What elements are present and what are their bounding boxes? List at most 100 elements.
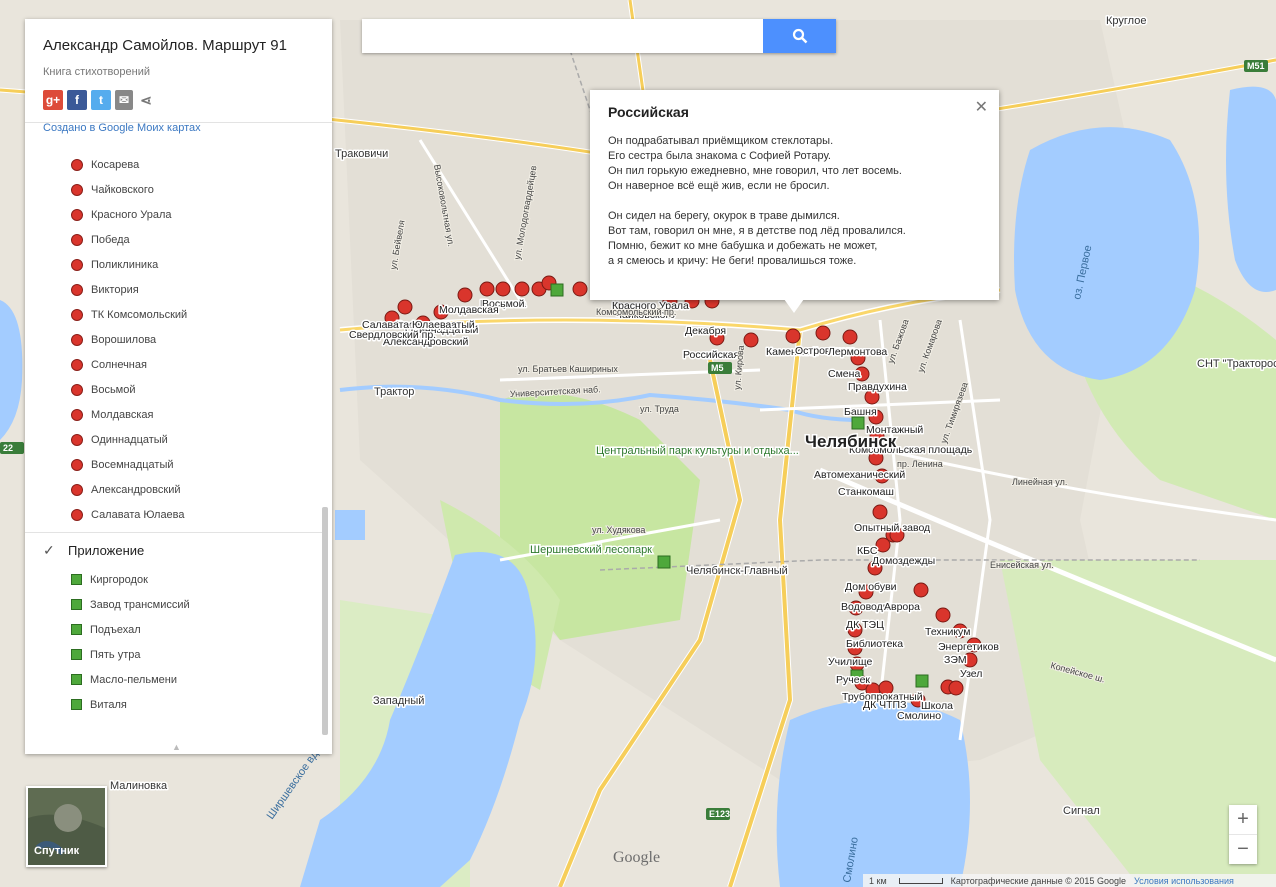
appendix-marker[interactable] bbox=[851, 416, 865, 430]
stop-marker[interactable] bbox=[935, 607, 951, 623]
zoom-out-button[interactable]: − bbox=[1229, 835, 1257, 864]
street-label: Комсомольский пр. bbox=[596, 307, 676, 317]
place-label: СНТ "Тракторос bbox=[1197, 358, 1276, 370]
facebook-icon[interactable]: f bbox=[67, 90, 87, 110]
stop-item[interactable]: Виктория bbox=[25, 277, 322, 302]
green-marker-icon bbox=[71, 574, 82, 585]
stop-map-label: Училище bbox=[828, 656, 873, 668]
info-title: Российская bbox=[608, 104, 689, 120]
stop-marker[interactable] bbox=[842, 329, 858, 345]
stop-marker[interactable] bbox=[815, 325, 831, 341]
stop-item[interactable]: Ворошилова bbox=[25, 327, 322, 352]
red-marker-icon bbox=[71, 283, 83, 296]
stop-marker[interactable] bbox=[743, 332, 759, 348]
stop-item[interactable]: Молдавская bbox=[25, 402, 322, 427]
collapse-icon[interactable]: ▲ bbox=[172, 742, 181, 752]
stop-map-label: Смолино bbox=[897, 710, 941, 722]
search-input[interactable] bbox=[362, 19, 757, 53]
terms-link[interactable]: Условия использования bbox=[1134, 876, 1234, 886]
stop-marker[interactable] bbox=[785, 328, 801, 344]
google-logo: Google bbox=[613, 849, 661, 866]
stops-list: Косарева Чайковского Красного Урала Победа П… bbox=[25, 152, 322, 527]
stop-map-label: Молдавская bbox=[439, 304, 499, 316]
stop-item[interactable]: Александровский bbox=[25, 477, 322, 502]
stop-label: Ворошилова bbox=[91, 333, 157, 346]
zoom-control: + − bbox=[1229, 805, 1257, 864]
zoom-in-button[interactable]: + bbox=[1229, 805, 1257, 834]
email-icon[interactable]: ✉ bbox=[115, 90, 133, 110]
stop-item[interactable]: Салавата Юлаева bbox=[25, 502, 322, 527]
red-marker-icon bbox=[71, 383, 83, 396]
stop-item[interactable]: Одиннадцатый bbox=[25, 427, 322, 452]
stop-item[interactable]: Красного Урала bbox=[25, 202, 322, 227]
stop-marker[interactable] bbox=[479, 281, 495, 297]
stop-marker[interactable] bbox=[397, 299, 413, 315]
appendix-item[interactable]: Пять утра bbox=[25, 642, 322, 667]
street-label: ул. Братьев Кашириных bbox=[518, 364, 618, 374]
stop-map-label: ДК ТЭЦ bbox=[846, 619, 884, 631]
poem-line: Он пил горькую ежедневно, мне говорил, ч… bbox=[608, 165, 902, 177]
created-in-my-maps-link[interactable]: Создано в Google Моих картах bbox=[43, 122, 314, 134]
search-button[interactable] bbox=[763, 19, 836, 53]
appendix-item[interactable]: Подъехал bbox=[25, 617, 322, 642]
stop-marker[interactable] bbox=[948, 680, 964, 696]
poem-line: Он подрабатывал приёмщиком стеклотары. bbox=[608, 135, 834, 147]
green-marker-icon bbox=[71, 649, 82, 660]
stop-map-label: Ручеек bbox=[836, 674, 870, 686]
appendix-item[interactable]: Масло-пельмени bbox=[25, 667, 322, 692]
stop-marker[interactable] bbox=[872, 504, 888, 520]
layer-list: Косарева Чайковского Красного Урала Победа П… bbox=[25, 152, 322, 740]
stop-item[interactable]: Поликлиника bbox=[25, 252, 322, 277]
appendix-item[interactable]: Киргородок bbox=[25, 567, 322, 592]
appendix-marker[interactable] bbox=[915, 674, 929, 688]
red-marker-icon bbox=[71, 508, 83, 521]
info-body: Он подрабатывал приёмщиком стеклотары. Ег… bbox=[608, 134, 981, 269]
stop-marker[interactable] bbox=[495, 281, 511, 297]
appendix-label: Киргородок bbox=[90, 573, 148, 586]
stop-item[interactable]: Восемнадцатый bbox=[25, 452, 322, 477]
stop-marker[interactable] bbox=[572, 281, 588, 297]
route-shield-label: M5 bbox=[711, 363, 724, 373]
stop-item[interactable]: Победа bbox=[25, 227, 322, 252]
poem-line: Помню, бежит ко мне бабушка и добежать н… bbox=[608, 240, 878, 252]
appendix-item[interactable]: Завод трансмиссий bbox=[25, 592, 322, 617]
stop-item[interactable]: Солнечная bbox=[25, 352, 322, 377]
stop-map-label: Библиотека bbox=[846, 638, 903, 650]
place-label: Малиновка bbox=[110, 780, 168, 792]
twitter-icon[interactable]: t bbox=[91, 90, 111, 110]
stop-label: Молдавская bbox=[91, 408, 154, 421]
appendix-label: Виталя bbox=[90, 698, 127, 711]
stop-map-label: Смена bbox=[828, 368, 860, 380]
checkmark-icon[interactable]: ✓ bbox=[43, 542, 59, 559]
route-shield-label: 22 bbox=[3, 443, 13, 453]
stop-map-label: ЗЭМ bbox=[944, 654, 967, 666]
stop-label: Чайковского bbox=[91, 183, 154, 196]
stop-item[interactable]: ТК Комсомольский bbox=[25, 302, 322, 327]
stop-label: ТК Комсомольский bbox=[91, 308, 188, 321]
green-marker-icon bbox=[71, 599, 82, 610]
close-icon[interactable]: ✕ bbox=[975, 97, 988, 117]
share-icon[interactable]: ⋖ bbox=[137, 90, 155, 110]
info-window: Российская Он подрабатывал приёмщиком ст… bbox=[590, 90, 999, 300]
stop-marker[interactable] bbox=[514, 281, 530, 297]
stop-item[interactable]: Восьмой bbox=[25, 377, 322, 402]
poem-line: Он сидел на берегу, окурок в траве дымил… bbox=[608, 210, 840, 222]
appendix-item[interactable]: Виталя bbox=[25, 692, 322, 717]
appendix-marker[interactable] bbox=[550, 283, 564, 297]
red-marker-icon bbox=[71, 308, 83, 321]
map-subtitle: Книга стихотворений bbox=[43, 66, 150, 78]
stop-marker[interactable] bbox=[457, 287, 473, 303]
red-marker-icon bbox=[71, 208, 83, 221]
stop-item[interactable]: Чайковского bbox=[25, 177, 322, 202]
google-plus-icon[interactable]: g+ bbox=[43, 90, 63, 110]
red-marker-icon bbox=[71, 483, 83, 496]
satellite-toggle[interactable]: Спутник bbox=[26, 786, 107, 867]
panel-scrollbar[interactable] bbox=[322, 507, 328, 735]
stop-marker[interactable] bbox=[913, 582, 929, 598]
appendix-marker[interactable] bbox=[657, 555, 671, 569]
stop-map-label: Правдухина bbox=[848, 381, 907, 393]
stop-item[interactable]: Косарева bbox=[25, 152, 322, 177]
scale-label: 1 км bbox=[869, 875, 887, 886]
layer-appendix[interactable]: ✓ Приложение bbox=[25, 532, 322, 567]
stop-marker[interactable] bbox=[875, 537, 891, 553]
